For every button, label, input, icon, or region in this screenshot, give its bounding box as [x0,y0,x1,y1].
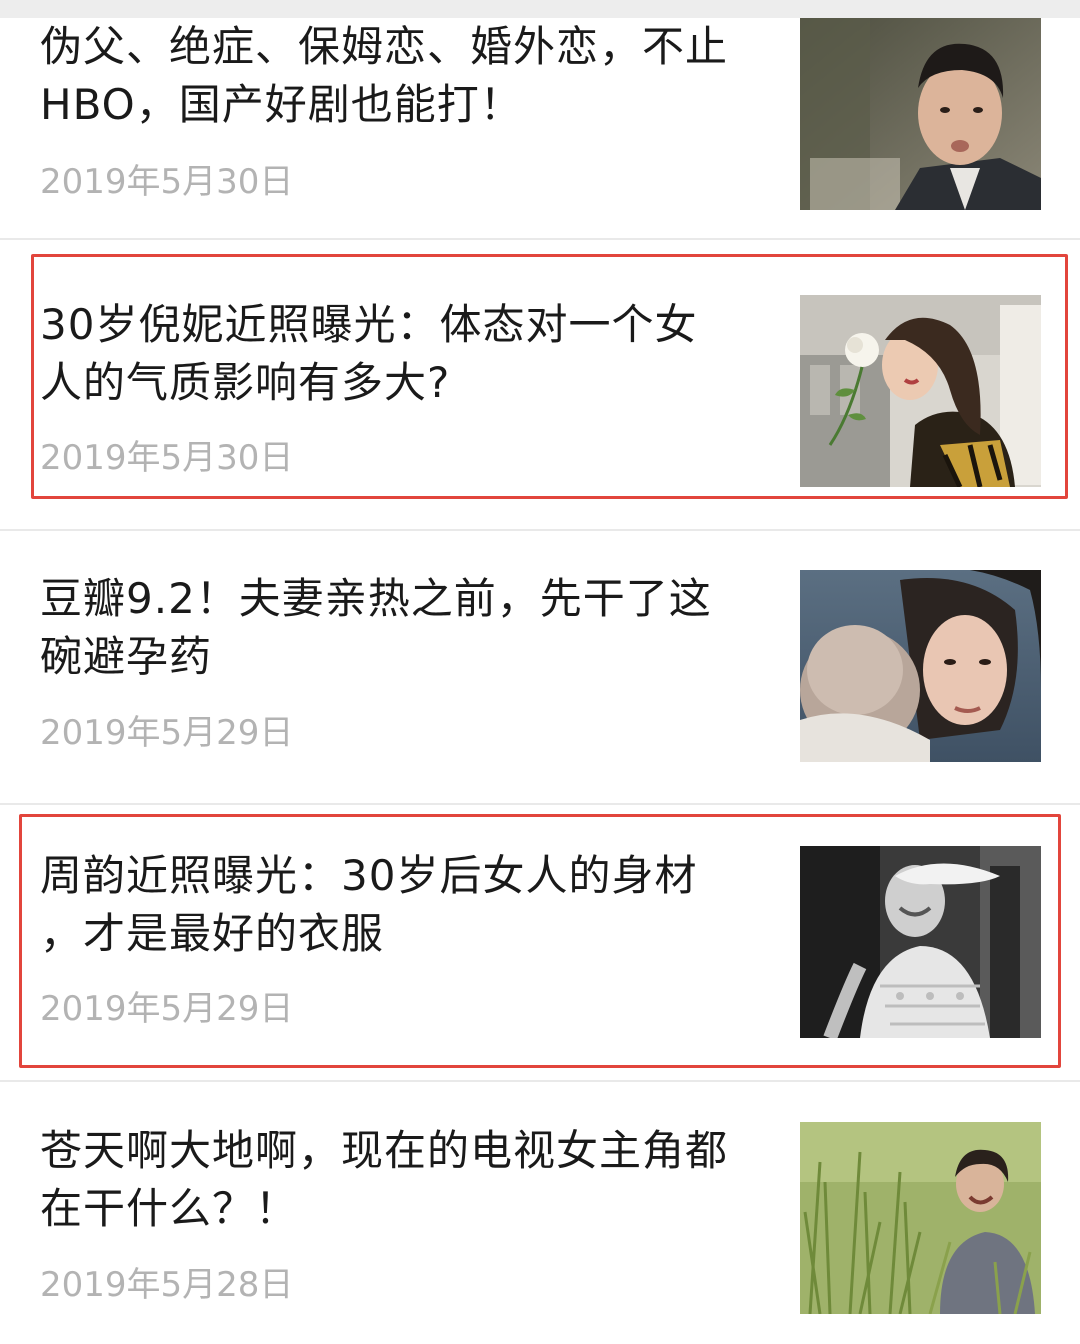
article-item-1[interactable]: 伪父、绝症、保姆恋、婚外恋，不止 HBO，国产好剧也能打！ 2019年5月30日 [0,0,1080,238]
article-item-3[interactable]: 豆瓣9.2！夫妻亲热之前，先干了这 碗避孕药 2019年5月29日 [0,531,1080,803]
black-white-woman-in-hat-image [800,846,1041,1038]
article-title[interactable]: 周韵近照曝光：30岁后女人的身材 ，才是最好的衣服 [40,847,780,963]
article-item-2[interactable]: 30岁倪妮近照曝光：体态对一个女 人的气质影响有多大? 2019年5月30日 [0,240,1080,530]
article-item-4[interactable]: 周韵近照曝光：30岁后女人的身材 ，才是最好的衣服 2019年5月29日 [0,805,1080,1080]
article-thumbnail[interactable] [800,570,1041,762]
article-date: 2019年5月30日 [40,162,294,202]
article-item-5[interactable]: 苍天啊大地啊，现在的电视女主角都 在干什么？！ 2019年5月28日 [0,1082,1080,1344]
article-thumbnail[interactable] [800,1122,1041,1314]
article-title[interactable]: 豆瓣9.2！夫妻亲热之前，先干了这 碗避孕药 [40,570,780,686]
woman-smelling-white-rose-image [800,295,1041,487]
article-date: 2019年5月29日 [40,713,294,753]
article-title[interactable]: 苍天啊大地啊，现在的电视女主角都 在干什么？！ [40,1122,780,1238]
article-date: 2019年5月29日 [40,989,294,1029]
portrait-man-in-suit-image [800,18,1041,210]
article-thumbnail[interactable] [800,846,1041,1038]
woman-crying-in-grass-image [800,1122,1041,1314]
article-date: 2019年5月30日 [40,438,294,478]
article-title[interactable]: 伪父、绝症、保姆恋、婚外恋，不止 HBO，国产好剧也能打！ [40,18,780,134]
article-title[interactable]: 30岁倪妮近照曝光：体态对一个女 人的气质影响有多大? [40,296,780,412]
woman-holding-baby-image [800,570,1041,762]
article-date: 2019年5月28日 [40,1265,294,1305]
article-thumbnail[interactable] [800,295,1041,487]
article-thumbnail[interactable] [800,18,1041,210]
